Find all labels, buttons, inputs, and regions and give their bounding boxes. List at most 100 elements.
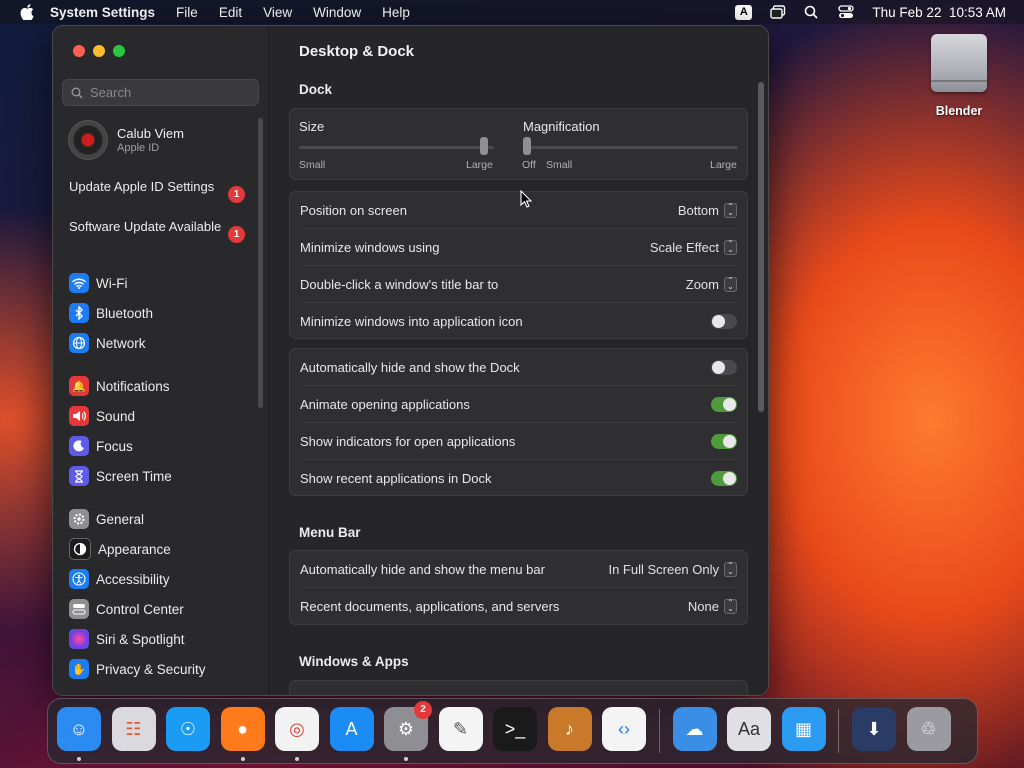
running-indicator bbox=[295, 757, 299, 761]
autohide-menubar-label: Automatically hide and show the menu bar bbox=[300, 561, 545, 577]
sidebar-item-accessibility[interactable]: Accessibility bbox=[69, 567, 254, 591]
garageband-icon[interactable]: ♪ bbox=[547, 707, 592, 751]
menu-app-name[interactable]: System Settings bbox=[50, 5, 155, 20]
search-placeholder: Search bbox=[90, 85, 132, 100]
sidebar-item-sound[interactable]: Sound bbox=[69, 404, 254, 428]
menu-window[interactable]: Window bbox=[313, 5, 361, 20]
sidebar-item-focus[interactable]: Focus bbox=[69, 434, 254, 458]
popup-value: None bbox=[687, 598, 719, 614]
animate-opening-toggle[interactable] bbox=[711, 396, 737, 412]
notice-update-apple-id[interactable]: Update Apple ID Settings 1 bbox=[69, 179, 249, 203]
minimize-button[interactable] bbox=[93, 45, 105, 57]
sidebar-item-label: General bbox=[96, 511, 145, 527]
dictionary-icon[interactable]: Aa bbox=[727, 707, 771, 751]
terminal-icon[interactable]: >_ bbox=[493, 707, 537, 751]
sidebar-item-siri-spotlight[interactable]: Siri & Spotlight bbox=[69, 627, 254, 651]
control-center-menu-icon[interactable] bbox=[838, 5, 855, 19]
sidebar-item-label: Sound bbox=[96, 408, 136, 424]
safari-icon[interactable]: ☉ bbox=[166, 707, 210, 751]
sidebar-item-appearance[interactable]: Appearance bbox=[69, 537, 254, 561]
magnification-slider-thumb[interactable] bbox=[523, 137, 531, 155]
sidebar-item-label: Siri & Spotlight bbox=[96, 631, 185, 647]
notice-software-update[interactable]: Software Update Available 1 bbox=[69, 219, 249, 243]
dock-separator bbox=[838, 709, 839, 753]
double-click-row: Double-click a window's title bar to Zoo… bbox=[300, 266, 737, 302]
dock-separator bbox=[658, 709, 660, 753]
speaker-icon bbox=[69, 406, 89, 426]
textedit-icon[interactable]: ✎ bbox=[438, 707, 483, 751]
magnification-track[interactable] bbox=[523, 146, 738, 149]
recent-items-popup[interactable]: None ⌃ ⌄ bbox=[687, 598, 737, 614]
main-scrollbar[interactable] bbox=[758, 82, 764, 412]
menu-bar: System Settings File Edit View Window He… bbox=[0, 0, 1024, 24]
close-button[interactable] bbox=[73, 45, 85, 57]
sidebar-item-network[interactable]: Network bbox=[69, 331, 254, 355]
animate-opening-row: Animate opening applications bbox=[300, 386, 737, 422]
chevron-up-down-icon: ⌃ ⌄ bbox=[724, 598, 737, 614]
sidebar-item-general[interactable]: General bbox=[69, 507, 254, 531]
search-icon bbox=[71, 87, 83, 98]
sidebar-item-bluetooth[interactable]: Bluetooth bbox=[69, 301, 254, 325]
desktop-drive[interactable]: Blender bbox=[922, 34, 996, 118]
size-label: Size bbox=[299, 119, 325, 134]
menu-edit[interactable]: Edit bbox=[219, 5, 242, 20]
main-content: Desktop & Dock Dock Size Small Large Mag… bbox=[269, 26, 768, 695]
menu-file[interactable]: File bbox=[176, 5, 198, 20]
sidebar-item-notifications[interactable]: 🔔 Notifications bbox=[69, 374, 254, 398]
bell-icon: 🔔 bbox=[69, 376, 89, 396]
input-source-badge[interactable]: A bbox=[735, 4, 753, 20]
keynote-icon[interactable]: ▦ bbox=[781, 707, 826, 751]
sidebar-item-control-center[interactable]: Control Center bbox=[69, 597, 254, 621]
system-settings-icon[interactable]: ⚙ 2 bbox=[384, 701, 432, 751]
apple-menu-icon[interactable] bbox=[20, 4, 34, 20]
position-popup[interactable]: Bottom ⌃ ⌄ bbox=[678, 202, 737, 218]
sidebar-item-privacy-security[interactable]: ✋ Privacy & Security bbox=[69, 657, 254, 681]
show-recent-apps-row: Show recent applications in Dock bbox=[300, 460, 737, 496]
show-indicators-toggle[interactable] bbox=[711, 433, 737, 449]
chrome-icon[interactable]: ◎ bbox=[275, 707, 319, 751]
finder-icon[interactable]: ☺ bbox=[57, 707, 101, 751]
stage-manager-icon[interactable] bbox=[770, 5, 786, 19]
zoom-button[interactable] bbox=[113, 45, 125, 57]
menu-view[interactable]: View bbox=[263, 5, 292, 20]
popup-value: Zoom bbox=[685, 276, 719, 292]
notice-badge: 1 bbox=[228, 226, 245, 243]
section-title-dock: Dock bbox=[299, 82, 333, 97]
app-store-icon[interactable]: A bbox=[329, 707, 374, 751]
show-recent-apps-label: Show recent applications in Dock bbox=[300, 470, 492, 486]
launchpad-icon[interactable]: ☷ bbox=[111, 707, 156, 751]
spotlight-search-icon[interactable] bbox=[804, 5, 820, 19]
window-controls bbox=[73, 45, 125, 57]
recent-items-label: Recent documents, applications, and serv… bbox=[300, 598, 560, 614]
autohide-menubar-popup[interactable]: In Full Screen Only ⌃ ⌄ bbox=[608, 561, 737, 577]
menubar-clock[interactable]: Thu Feb 22 10:53 AM bbox=[872, 5, 1006, 20]
weather-icon[interactable]: ☁ bbox=[672, 707, 717, 751]
section-title-windows-apps: Windows & Apps bbox=[299, 654, 409, 669]
search-field[interactable]: Search bbox=[62, 79, 259, 106]
double-click-popup[interactable]: Zoom ⌃ ⌄ bbox=[685, 276, 737, 292]
show-recent-apps-toggle[interactable] bbox=[711, 470, 737, 486]
trash-icon[interactable]: ♲ bbox=[906, 707, 951, 751]
autohide-dock-toggle[interactable] bbox=[711, 359, 737, 375]
size-min-label: Small bbox=[299, 159, 326, 171]
minimize-into-icon-toggle[interactable] bbox=[711, 313, 737, 329]
menu-help[interactable]: Help bbox=[382, 5, 410, 20]
sidebar-item-wifi[interactable]: Wi-Fi bbox=[69, 271, 254, 295]
size-slider-thumb[interactable] bbox=[480, 137, 489, 155]
vscode-icon[interactable]: ‹› bbox=[602, 707, 646, 751]
notice-label: Software Update Available bbox=[69, 219, 222, 234]
popup-value: Scale Effect bbox=[649, 239, 719, 255]
size-track[interactable] bbox=[299, 146, 494, 149]
sidebar-scrollbar[interactable] bbox=[258, 118, 263, 408]
apple-id-account[interactable]: Calub Viem Apple ID bbox=[68, 120, 184, 160]
minimize-effect-popup[interactable]: Scale Effect ⌃ ⌄ bbox=[649, 239, 737, 255]
sidebar-item-screen-time[interactable]: Screen Time bbox=[69, 464, 254, 488]
downloads-stack-icon[interactable]: ⬇ bbox=[852, 707, 896, 751]
chevron-up-down-icon: ⌃ ⌄ bbox=[724, 202, 737, 218]
magnification-max-label: Large bbox=[710, 159, 737, 171]
minimize-into-icon-label: Minimize windows into application icon bbox=[300, 313, 523, 329]
sidebar-item-label: Bluetooth bbox=[96, 305, 154, 321]
show-indicators-label: Show indicators for open applications bbox=[300, 433, 516, 449]
minimize-into-icon-row: Minimize windows into application icon bbox=[300, 303, 737, 339]
firefox-icon[interactable]: ● bbox=[220, 707, 265, 751]
